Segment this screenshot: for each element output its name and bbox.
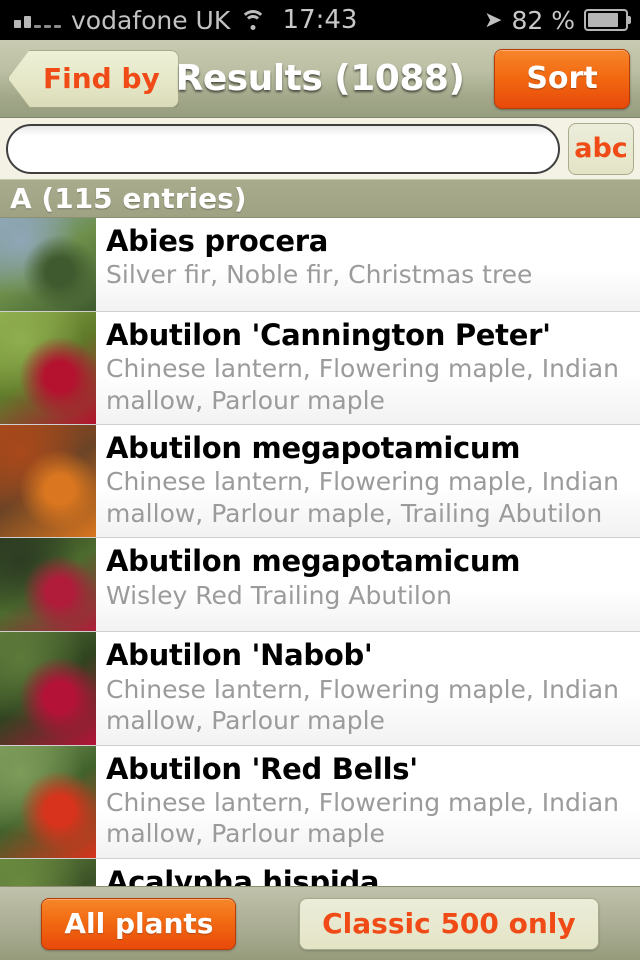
bottom-toolbar: All plants Classic 500 only [0, 886, 640, 960]
plant-common-names: Chinese lantern, Flowering maple, Indian… [106, 674, 619, 736]
sort-button-label: Sort [526, 61, 598, 96]
list-item[interactable]: Abutilon megapotamicum Wisley Red Trailin… [0, 538, 640, 633]
plant-text-block: Abutilon 'Nabob' Chinese lantern, Floweri… [96, 632, 640, 744]
plant-text-block: Acalypha hispidaCats tail, Chenille plan… [96, 859, 640, 886]
app-root: vodafone UK 17:43 ➤ 82 % Find by Results… [0, 0, 640, 960]
all-plants-button[interactable]: All plants [41, 897, 237, 950]
plant-thumbnail [0, 425, 96, 538]
plant-latin-name: Abutilon megapotamicum [106, 431, 521, 466]
plant-common-names: Chinese lantern, Flowering maple, Indian… [106, 354, 619, 415]
plant-latin-name: Abies procera [106, 224, 328, 258]
plant-latin-name: Abutilon 'Cannington Peter' [106, 318, 551, 352]
battery-icon [584, 9, 631, 31]
results-list[interactable]: Abies procera Silver fir, Noble fir, Chri… [0, 218, 640, 886]
plant-common-names: Wisley Red Trailing Abutilon [106, 580, 452, 610]
plant-thumbnail [0, 745, 96, 858]
plant-latin-name: Abutilon 'Nabob' [106, 638, 373, 673]
list-item[interactable]: Abutilon 'Nabob' Chinese lantern, Floweri… [0, 632, 640, 746]
plant-common-names: Chinese lantern, Flowering maple, Indian… [106, 467, 619, 528]
status-bar-right: ➤ 82 % [484, 5, 631, 35]
plant-thumbnail [0, 312, 96, 425]
plant-latin-name: Abutilon 'Red Bells' [106, 751, 418, 786]
plant-latin-name: Acalypha hispida [106, 864, 380, 886]
section-header-label: A (115 entries) [10, 182, 247, 215]
list-item[interactable]: Abutilon 'Cannington Peter' Chinese lante… [0, 312, 640, 426]
status-bar: vodafone UK 17:43 ➤ 82 % [0, 0, 640, 40]
abc-button-label: abc [574, 133, 628, 164]
plant-text-block: Abutilon 'Cannington Peter' Chinese lante… [96, 312, 640, 424]
section-header: A (115 entries) [0, 180, 640, 218]
plant-common-names: Silver fir, Noble fir, Christmas tree [106, 260, 533, 290]
sort-button[interactable]: Sort [494, 48, 630, 109]
plant-thumbnail [0, 632, 96, 745]
list-item[interactable]: Acalypha hispidaCats tail, Chenille plan… [0, 858, 640, 886]
navigation-bar: Find by Results (1088) Sort [0, 40, 640, 118]
plant-thumbnail [0, 538, 96, 632]
plant-text-block: Abies procera Silver fir, Noble fir, Chri… [96, 218, 640, 311]
list-item[interactable]: Abies procera Silver fir, Noble fir, Chri… [0, 218, 640, 312]
plant-text-block: Abutilon megapotamicum Chinese lantern, F… [96, 425, 640, 537]
location-arrow-icon: ➤ [484, 7, 503, 33]
search-bar: abc [0, 118, 640, 180]
abc-index-button[interactable]: abc [568, 122, 634, 175]
plant-thumbnail [0, 218, 96, 311]
plant-latin-name: Abutilon megapotamicum [106, 544, 521, 579]
list-item[interactable]: Abutilon megapotamicum Chinese lantern, F… [0, 425, 640, 539]
classic-500-label: Classic 500 only [322, 907, 576, 940]
list-item[interactable]: Abutilon 'Red Bells' Chinese lantern, Flo… [0, 745, 640, 859]
plant-text-block: Abutilon megapotamicum Wisley Red Trailin… [96, 538, 640, 631]
plant-common-names: Chinese lantern, Flowering maple, Indian… [106, 787, 619, 849]
all-plants-label: All plants [64, 907, 214, 940]
plant-text-block: Abutilon 'Red Bells' Chinese lantern, Flo… [96, 746, 640, 858]
battery-percent-label: 82 % [511, 5, 575, 35]
plant-thumbnail [0, 858, 96, 886]
classic-500-only-button[interactable]: Classic 500 only [299, 897, 599, 950]
search-input[interactable] [6, 123, 560, 174]
